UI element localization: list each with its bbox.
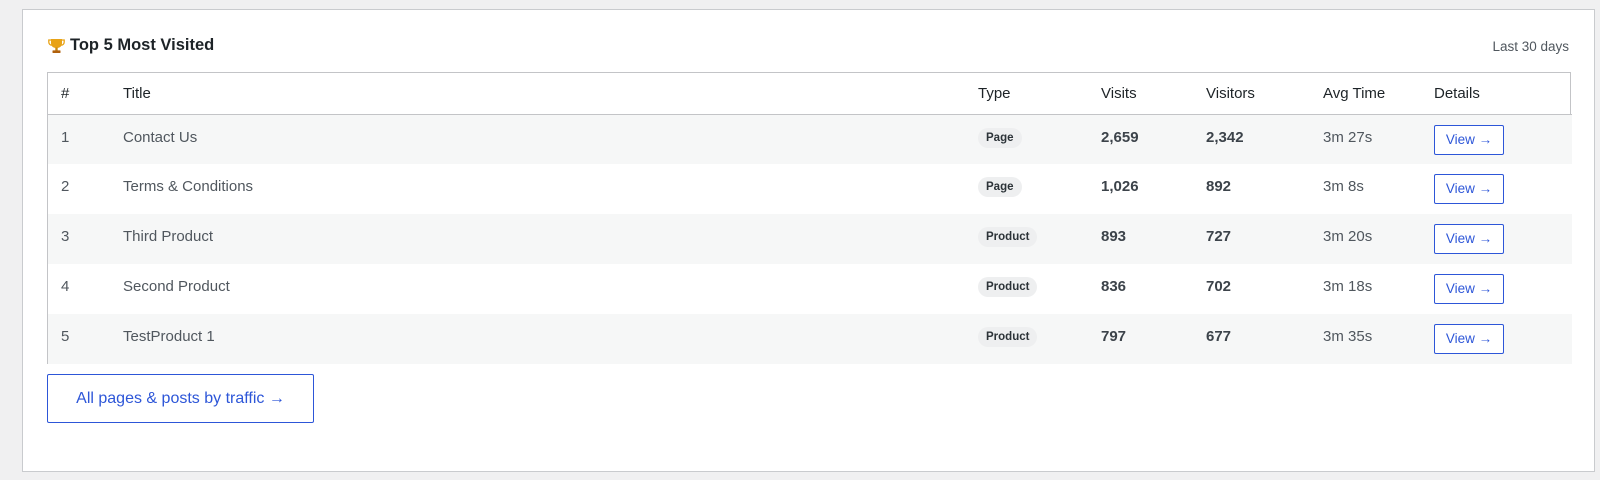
view-button[interactable]: View → bbox=[1434, 174, 1504, 204]
visits-cell: 797 bbox=[1101, 328, 1127, 345]
visitors-cell: 2,342 bbox=[1206, 128, 1244, 146]
rank-cell: 3 bbox=[61, 228, 70, 245]
column-header-visitors: Visitors bbox=[1206, 84, 1255, 102]
title-cell: Second Product bbox=[123, 278, 230, 295]
details-cell: View → bbox=[1421, 314, 1572, 364]
details-cell: View → bbox=[1421, 264, 1572, 314]
title-cell: TestProduct 1 bbox=[123, 328, 215, 345]
type-badge: Product bbox=[978, 277, 1038, 297]
title-cell: Third Product bbox=[123, 228, 214, 245]
table-row: 2 Terms & Conditions Page 1,026 892 3m 8… bbox=[48, 164, 1572, 214]
type-cell: Product bbox=[965, 214, 1088, 264]
column-header-title: Title bbox=[123, 84, 151, 102]
title-cell: Terms & Conditions bbox=[123, 178, 254, 195]
visits-cell: 1,026 bbox=[1101, 178, 1139, 195]
visitors-cell: 892 bbox=[1206, 178, 1232, 195]
visits-cell: 2,659 bbox=[1101, 128, 1139, 146]
avg-time-cell: 3m 27s bbox=[1323, 128, 1373, 146]
avg-time-cell: 3m 20s bbox=[1323, 228, 1373, 245]
type-cell: Page bbox=[965, 114, 1088, 164]
avg-time-cell: 3m 8s bbox=[1323, 178, 1364, 195]
rank-cell: 5 bbox=[61, 328, 70, 345]
panel-header: Top 5 Most Visited Last 30 days bbox=[48, 36, 1569, 58]
table-row: 4 Second Product Product 836 702 3m 18s … bbox=[48, 264, 1572, 314]
column-header-details: Details bbox=[1434, 84, 1480, 102]
details-cell: View → bbox=[1421, 114, 1572, 164]
visitors-cell: 702 bbox=[1206, 278, 1232, 295]
details-cell: View → bbox=[1421, 164, 1572, 214]
view-button[interactable]: View → bbox=[1434, 124, 1504, 155]
visits-cell: 893 bbox=[1101, 228, 1127, 245]
trophy-icon bbox=[48, 37, 65, 54]
visitors-cell: 677 bbox=[1206, 328, 1232, 345]
table-row: 1 Contact Us Page 2,659 2,342 3m 27s Vie… bbox=[48, 114, 1572, 164]
type-badge: Product bbox=[978, 227, 1038, 247]
date-range-label: Last 30 days bbox=[1492, 39, 1569, 54]
type-cell: Page bbox=[965, 164, 1088, 214]
visits-cell: 836 bbox=[1101, 278, 1127, 295]
type-cell: Product bbox=[965, 264, 1088, 314]
avg-time-cell: 3m 18s bbox=[1323, 278, 1373, 295]
view-button[interactable]: View → bbox=[1434, 224, 1504, 254]
top-visited-panel: Top 5 Most Visited Last 30 days # Title … bbox=[22, 9, 1595, 472]
type-badge: Page bbox=[978, 177, 1022, 197]
title-cell: Contact Us bbox=[123, 128, 198, 146]
panel-title: Top 5 Most Visited bbox=[70, 36, 215, 54]
column-header-type: Type bbox=[978, 84, 1011, 102]
all-pages-by-traffic-button[interactable]: All pages & posts by traffic → bbox=[47, 374, 314, 423]
view-button[interactable]: View → bbox=[1434, 324, 1504, 354]
rank-cell: 1 bbox=[61, 128, 70, 146]
top-visited-table: # Title Type Visits Visitors Avg Time De… bbox=[47, 72, 1572, 364]
avg-time-cell: 3m 35s bbox=[1323, 328, 1373, 345]
rank-cell: 4 bbox=[61, 278, 70, 295]
visitors-cell: 727 bbox=[1206, 228, 1232, 245]
table-row: 5 TestProduct 1 Product 797 677 3m 35s V… bbox=[48, 314, 1572, 364]
type-cell: Product bbox=[965, 314, 1088, 364]
view-button[interactable]: View → bbox=[1434, 274, 1504, 304]
rank-cell: 2 bbox=[61, 178, 70, 195]
details-cell: View → bbox=[1421, 214, 1572, 264]
column-header-avg-time: Avg Time bbox=[1323, 84, 1386, 102]
column-header-visits: Visits bbox=[1101, 84, 1137, 102]
table-row: 3 Third Product Product 893 727 3m 20s V… bbox=[48, 214, 1572, 264]
table-header-row: # Title Type Visits Visitors Avg Time De… bbox=[48, 73, 1572, 114]
type-badge: Page bbox=[978, 127, 1022, 148]
type-badge: Product bbox=[978, 327, 1038, 347]
column-header-rank: # bbox=[61, 84, 70, 102]
title-wrap: Top 5 Most Visited bbox=[48, 36, 214, 55]
